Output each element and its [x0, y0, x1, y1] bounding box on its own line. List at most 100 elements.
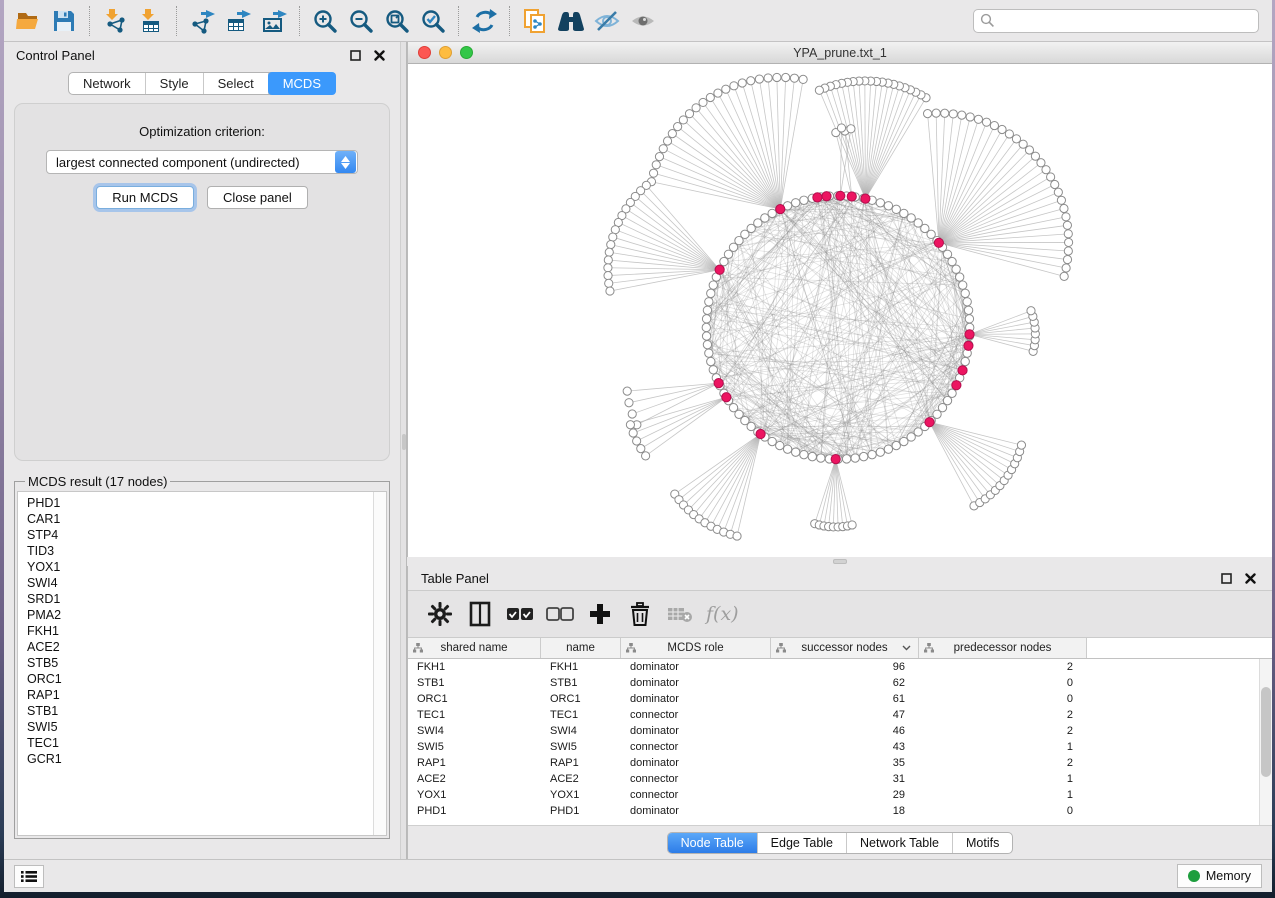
table-row[interactable]: ACE2 ACE2 connector 31 1 — [408, 771, 1272, 787]
table-scrollbar[interactable] — [1259, 659, 1272, 825]
delete-columns-trash-icon[interactable] — [624, 597, 656, 631]
table-row[interactable]: ORC1 ORC1 dominator 61 0 — [408, 691, 1272, 707]
window-maximize-icon[interactable] — [460, 46, 473, 59]
float-table-panel-icon[interactable] — [1217, 570, 1235, 586]
tab-node-table[interactable]: Node Table — [668, 833, 758, 853]
mcds-result-item[interactable]: STB5 — [27, 655, 386, 671]
tab-select[interactable]: Select — [204, 73, 269, 94]
search-icon — [980, 13, 995, 28]
mcds-result-item[interactable]: SWI4 — [27, 575, 386, 591]
column-header-predecessor-nodes[interactable]: predecessor nodes — [919, 638, 1087, 658]
export-network-icon[interactable] — [184, 4, 220, 38]
hide-selected-icon[interactable] — [589, 4, 625, 38]
optimization-select-value: largest connected component (undirected) — [47, 155, 334, 170]
apply-function-icon: f(x) — [704, 603, 739, 625]
mcds-result-item[interactable]: PMA2 — [27, 607, 386, 623]
first-neighbors-icon[interactable] — [553, 4, 589, 38]
table-row[interactable]: TEC1 TEC1 connector 47 2 — [408, 707, 1272, 723]
mcds-result-item[interactable]: STP4 — [27, 527, 386, 543]
control-panel-tabs: Network Style Select MCDS — [68, 72, 336, 95]
show-column-selector-icon[interactable] — [464, 597, 496, 631]
table-row[interactable]: YOX1 YOX1 connector 29 1 — [408, 787, 1272, 803]
table-options-gear-icon[interactable] — [424, 597, 456, 631]
mcds-result-item[interactable]: CAR1 — [27, 511, 386, 527]
export-image-icon[interactable] — [256, 4, 292, 38]
mcds-result-item[interactable]: FKH1 — [27, 623, 386, 639]
network-window-title: YPA_prune.txt_1 — [793, 46, 887, 60]
save-session-icon[interactable] — [46, 4, 82, 38]
node-table: shared name name MCDS role successor nod… — [408, 638, 1272, 825]
optimization-select[interactable]: largest connected component (undirected) — [46, 150, 358, 174]
vertical-splitter[interactable] — [400, 42, 407, 859]
column-header-shared-name[interactable]: shared name — [408, 638, 541, 658]
sort-descending-icon — [902, 645, 911, 651]
open-file-icon[interactable] — [10, 4, 46, 38]
tab-mcds[interactable]: MCDS — [268, 72, 336, 95]
zoom-in-icon[interactable] — [307, 4, 343, 38]
mcds-result-item[interactable]: SWI5 — [27, 719, 386, 735]
close-panel-button[interactable]: Close panel — [207, 186, 308, 209]
result-scrollbar[interactable] — [373, 492, 386, 835]
horizontal-splitter[interactable] — [407, 557, 1272, 566]
memory-button[interactable]: Memory — [1177, 864, 1262, 888]
column-header-name[interactable]: name — [541, 638, 621, 658]
table-row[interactable]: RAP1 RAP1 dominator 35 2 — [408, 755, 1272, 771]
search-input[interactable] — [995, 14, 1252, 28]
mcds-result-item[interactable]: TEC1 — [27, 735, 386, 751]
import-table-icon[interactable] — [133, 4, 169, 38]
table-scrollbar-thumb[interactable] — [1261, 687, 1271, 777]
window-close-icon[interactable] — [418, 46, 431, 59]
mcds-result-list[interactable]: PHD1CAR1STP4TID3YOX1SWI4SRD1PMA2FKH1ACE2… — [17, 491, 387, 836]
task-list-icon — [21, 870, 37, 883]
close-table-panel-icon[interactable] — [1241, 570, 1259, 586]
show-task-history-button[interactable] — [14, 865, 44, 888]
tab-style[interactable]: Style — [146, 73, 204, 94]
toolbar-separator — [458, 6, 459, 36]
mcds-result-item[interactable]: ORC1 — [27, 671, 386, 687]
select-all-rows-icon[interactable] — [504, 597, 536, 631]
add-column-icon[interactable] — [584, 597, 616, 631]
show-all-icon[interactable] — [625, 4, 661, 38]
network-canvas[interactable] — [408, 64, 1272, 557]
toolbar-separator — [176, 6, 177, 36]
window-minimize-icon[interactable] — [439, 46, 452, 59]
column-header-successor-nodes[interactable]: successor nodes — [771, 638, 919, 658]
select-stepper-icon — [335, 151, 356, 173]
unselect-all-rows-icon[interactable] — [544, 597, 576, 631]
network-search-field[interactable] — [973, 9, 1259, 33]
mcds-result-item[interactable]: TID3 — [27, 543, 386, 559]
table-row[interactable]: SWI5 SWI5 connector 43 1 — [408, 739, 1272, 755]
status-bar: Memory — [4, 859, 1272, 892]
zoom-out-icon[interactable] — [343, 4, 379, 38]
clone-network-icon[interactable] — [517, 4, 553, 38]
main-toolbar — [4, 0, 1272, 42]
import-network-icon[interactable] — [97, 4, 133, 38]
mcds-result-item[interactable]: ACE2 — [27, 639, 386, 655]
table-panel-title: Table Panel — [421, 571, 489, 586]
table-row[interactable]: STB1 STB1 dominator 62 0 — [408, 675, 1272, 691]
run-mcds-button[interactable]: Run MCDS — [96, 186, 194, 209]
toolbar-separator — [89, 6, 90, 36]
mcds-result-item[interactable]: GCR1 — [27, 751, 386, 767]
export-table-icon[interactable] — [220, 4, 256, 38]
toolbar-separator — [299, 6, 300, 36]
apply-preferred-layout-icon[interactable] — [466, 4, 502, 38]
tab-network-table[interactable]: Network Table — [847, 833, 953, 853]
mcds-result-item[interactable]: RAP1 — [27, 687, 386, 703]
mcds-result-item[interactable]: PHD1 — [27, 495, 386, 511]
column-header-mcds-role[interactable]: MCDS role — [621, 638, 771, 658]
toolbar-separator — [509, 6, 510, 36]
table-row[interactable]: FKH1 FKH1 dominator 96 2 — [408, 659, 1272, 675]
close-panel-icon[interactable] — [370, 47, 388, 63]
zoom-selected-icon[interactable] — [415, 4, 451, 38]
tab-network[interactable]: Network — [69, 73, 146, 94]
tab-motifs[interactable]: Motifs — [953, 833, 1012, 853]
mcds-result-item[interactable]: STB1 — [27, 703, 386, 719]
mcds-result-item[interactable]: YOX1 — [27, 559, 386, 575]
table-row[interactable]: PHD1 PHD1 dominator 18 0 — [408, 803, 1272, 819]
float-panel-icon[interactable] — [346, 47, 364, 63]
zoom-fit-content-icon[interactable] — [379, 4, 415, 38]
table-row[interactable]: SWI4 SWI4 dominator 46 2 — [408, 723, 1272, 739]
mcds-result-item[interactable]: SRD1 — [27, 591, 386, 607]
tab-edge-table[interactable]: Edge Table — [758, 833, 847, 853]
